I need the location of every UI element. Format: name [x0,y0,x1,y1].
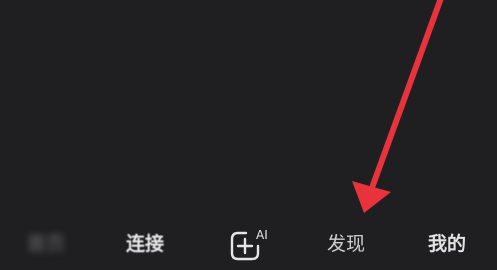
app-screen: 首页 连接 发现 我的 AI [0,0,497,270]
tab-discover[interactable]: 发现 [327,230,365,258]
tab-connect[interactable]: 连接 [126,230,164,258]
add-ai-icon [230,231,260,261]
ai-badge: AI [256,228,268,242]
tab-home[interactable]: 首页 [27,230,65,258]
create-ai-button[interactable]: AI [229,227,273,261]
tab-mine[interactable]: 我的 [428,230,466,258]
